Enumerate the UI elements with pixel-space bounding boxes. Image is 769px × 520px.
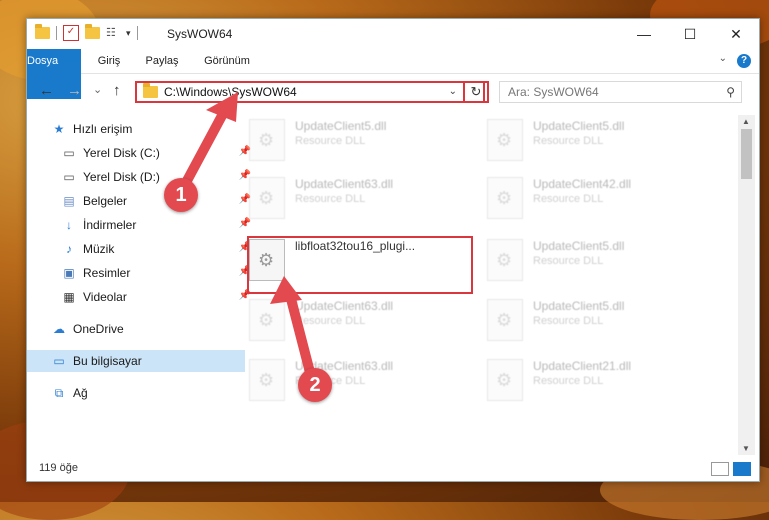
arrow-2-shaft	[285, 290, 317, 385]
arrow-1-shaft	[177, 105, 230, 195]
arrow-2-head	[270, 276, 302, 304]
annotation-arrows	[177, 92, 317, 385]
step-badge-1: 1	[164, 178, 198, 212]
step-badge-2: 2	[298, 368, 332, 402]
